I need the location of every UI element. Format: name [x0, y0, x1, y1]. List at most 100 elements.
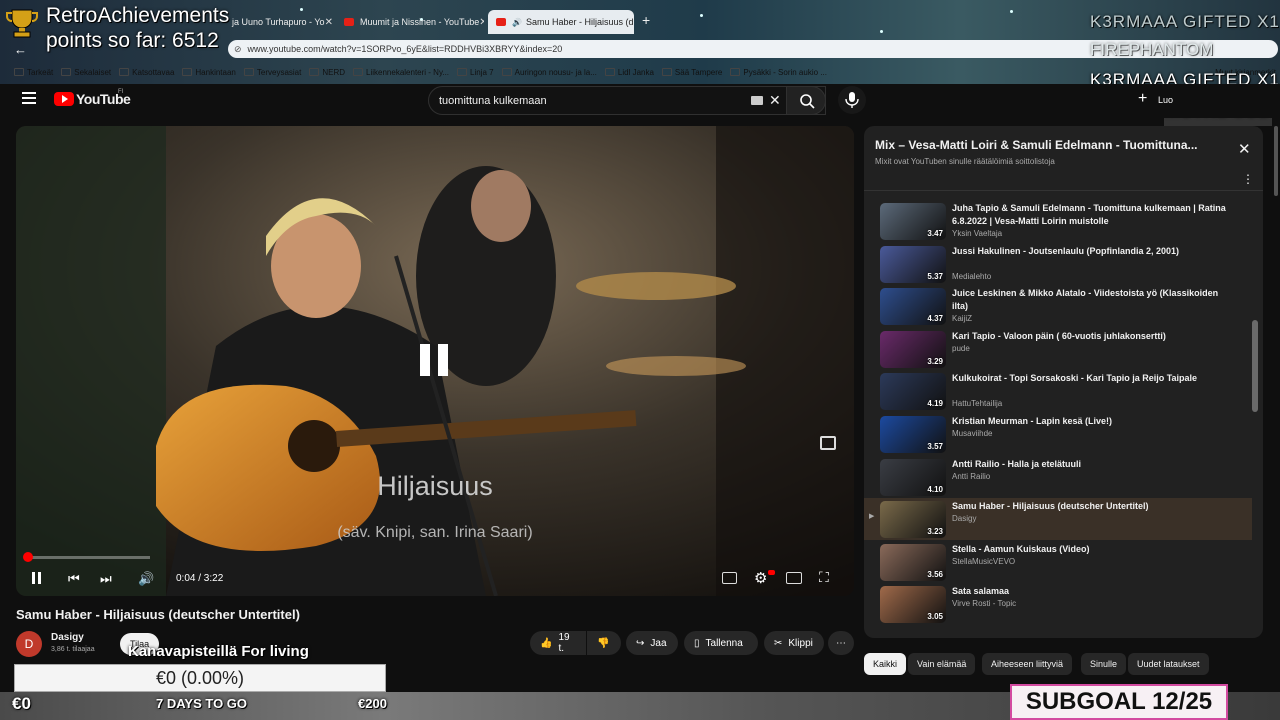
- donation-days: 7 DAYS TO GO: [156, 696, 248, 711]
- playlist-item-title[interactable]: Stella - Aamun Kuiskaus (Video): [952, 543, 1232, 556]
- bookmarks-bar: Tarkeät Sekalaiset Katsottavaa Hankintaan Te…: [0, 62, 1280, 82]
- bookmark-item[interactable]: Sekalaiset: [61, 68, 111, 77]
- video-thumbnail[interactable]: 4.10: [880, 458, 946, 496]
- playlist-item[interactable]: 5.37 Jussi Hakulinen - Joutsenlaulu (Popf…: [864, 243, 1252, 285]
- volume-icon[interactable]: 🔊: [138, 571, 154, 587]
- time-display: 0:04 / 3:22: [176, 573, 224, 584]
- video-thumbnail[interactable]: 4.37: [880, 288, 946, 326]
- playlist-item[interactable]: 3.57 Kristian Meurman - Lapin kesä (Live!…: [864, 413, 1252, 455]
- filter-chip[interactable]: Uudet lataukset: [1128, 653, 1209, 675]
- playlist-item-title[interactable]: Antti Railio - Halla ja etelätuuli: [952, 458, 1232, 471]
- pause-button[interactable]: [32, 572, 42, 584]
- page-scrollbar[interactable]: [1274, 126, 1278, 196]
- video-thumbnail[interactable]: 3.05: [880, 586, 946, 624]
- settings-icon[interactable]: ⚙: [754, 569, 767, 587]
- playlist-item-title[interactable]: Kulkukoirat - Topi Sorsakoski - Kari Tap…: [952, 372, 1232, 385]
- bookmark-item[interactable]: Linja 7: [457, 68, 494, 77]
- clip-button[interactable]: ✂ Klippi: [764, 631, 824, 655]
- video-thumbnail[interactable]: 3.23: [880, 501, 946, 539]
- theater-mode-icon[interactable]: [786, 572, 802, 584]
- channel-name[interactable]: Dasigy: [51, 632, 84, 643]
- playlist-item[interactable]: 4.37 Juice Leskinen & Mikko Alatalo - Vii…: [864, 285, 1252, 327]
- playlist-scrollbar[interactable]: [1252, 320, 1258, 412]
- bookmark-item[interactable]: Hankintaan: [182, 68, 236, 77]
- close-icon[interactable]: ✕: [325, 17, 332, 28]
- folder-icon: [14, 68, 24, 76]
- new-tab-button[interactable]: +: [642, 12, 650, 28]
- youtube-logo-icon[interactable]: [54, 92, 74, 106]
- bookmark-item[interactable]: Pysäkki - Sorin aukio ...: [730, 68, 827, 77]
- close-icon[interactable]: ✕: [479, 17, 484, 28]
- playlist-item-title[interactable]: Sata salamaa: [952, 585, 1232, 598]
- next-button[interactable]: ⏭: [100, 571, 112, 587]
- playlist-item-title[interactable]: Jussi Hakulinen - Joutsenlaulu (Popfinla…: [952, 245, 1232, 258]
- youtube-favicon-icon: [344, 18, 354, 26]
- playlist-item-title[interactable]: Juice Leskinen & Mikko Alatalo - Viidest…: [952, 287, 1232, 313]
- clear-icon[interactable]: ✕: [769, 92, 781, 109]
- bookmark-label: Katsottavaa: [132, 67, 175, 77]
- menu-icon[interactable]: [22, 92, 36, 104]
- filter-chip[interactable]: Kaikki: [864, 653, 907, 675]
- tab-uuno[interactable]: ja Uuno Turhapuro - Yo ✕: [224, 10, 332, 34]
- folder-icon: [353, 68, 364, 76]
- playlist-item[interactable]: 3.47 Juha Tapio & Samuli Edelmann - Tuomi…: [864, 200, 1252, 242]
- miniplayer-icon[interactable]: [820, 436, 836, 450]
- create-icon[interactable]: +: [1138, 90, 1147, 108]
- share-button[interactable]: ↪ Jaa: [626, 631, 678, 655]
- keyboard-icon[interactable]: [751, 96, 763, 105]
- playlist-item-channel: Dasigy: [952, 514, 977, 524]
- bookmark-item[interactable]: Liikennekalenteri - Ny...: [353, 68, 449, 77]
- fullscreen-icon[interactable]: ⛶: [819, 569, 829, 586]
- bookmark-item[interactable]: Auringon nousu- ja la...: [501, 68, 597, 77]
- playlist-item[interactable]: 3.56 Stella - Aamun Kuiskaus (Video) Stell…: [864, 541, 1252, 583]
- tab-label: Samu Haber - Hiljaisuus (d: [525, 17, 634, 27]
- playlist-item[interactable]: 4.19 Kulkukoirat - Topi Sorsakoski - Kari…: [864, 370, 1252, 412]
- bookmark-item[interactable]: NERD: [309, 68, 345, 77]
- video-player[interactable]: Hiljaisuus (säv. Knipi, san. Irina Saari…: [16, 126, 854, 596]
- filter-chip[interactable]: Aiheeseen liittyviä: [982, 653, 1073, 675]
- progress-bar[interactable]: [23, 552, 150, 562]
- playlist-item[interactable]: ▶ 3.23 Samu Haber - Hiljaisuus (deutscher …: [864, 498, 1252, 541]
- video-title: Samu Haber - Hiljaisuus (deutscher Unter…: [16, 607, 300, 622]
- subtitles-icon[interactable]: [722, 572, 737, 584]
- create-label[interactable]: Luo: [1158, 95, 1173, 105]
- playlist-item[interactable]: 3.05 Sata salamaa Virve Rosti - Topic: [864, 583, 1252, 625]
- previous-button[interactable]: ⏮: [68, 571, 80, 587]
- bookmark-item[interactable]: Sää Tampere: [661, 68, 722, 77]
- video-thumbnail[interactable]: 3.57: [880, 416, 946, 453]
- more-actions-button[interactable]: ⋯: [828, 631, 854, 655]
- search-button[interactable]: [786, 86, 826, 115]
- video-thumbnail[interactable]: 3.56: [880, 543, 946, 581]
- share-icon: ↪: [636, 637, 645, 649]
- playlist-item-title[interactable]: Samu Haber - Hiljaisuus (deutscher Unter…: [952, 500, 1232, 513]
- tab-samu-haber[interactable]: 🔊 Samu Haber - Hiljaisuus (d✕: [488, 10, 634, 34]
- playlist-item-title[interactable]: Juha Tapio & Samuli Edelmann - Tuomittun…: [952, 202, 1232, 228]
- bookmark-item[interactable]: Terveysasiat: [243, 68, 301, 77]
- duration-badge: 3.47: [927, 229, 943, 238]
- playlist-item[interactable]: 4.10 Antti Railio - Halla ja etelätuuli An…: [864, 456, 1252, 498]
- video-thumbnail[interactable]: 3.29: [880, 330, 946, 368]
- save-button[interactable]: ▯ Tallenna: [684, 631, 758, 655]
- like-button[interactable]: 👍 19 t.: [530, 631, 586, 655]
- filter-chip[interactable]: Sinulle: [1081, 653, 1127, 675]
- playlist-item-title[interactable]: Kari Tapio - Valoon päin ( 60-vuotis juh…: [952, 330, 1232, 343]
- voice-search-button[interactable]: [838, 86, 866, 114]
- tab-muumit[interactable]: Muumit ja Nissinen - YouTube ✕: [336, 10, 484, 34]
- video-thumbnail[interactable]: 4.19: [880, 373, 946, 411]
- dislike-button[interactable]: 👎: [587, 631, 621, 655]
- video-thumbnail[interactable]: 5.37: [880, 245, 946, 283]
- bookmark-label: Linja 7: [470, 67, 494, 77]
- close-playlist-icon[interactable]: ✕: [1238, 140, 1251, 158]
- channel-avatar[interactable]: D: [16, 631, 42, 657]
- search-input[interactable]: tuomittuna kulkemaan ✕: [428, 86, 826, 115]
- filter-chip[interactable]: Vain elämää: [908, 653, 976, 675]
- bookmark-item[interactable]: Tarkeät: [14, 68, 53, 77]
- center-pause-button[interactable]: [414, 338, 454, 382]
- donation-min: €0: [12, 694, 31, 713]
- bookmark-item[interactable]: Katsottavaa: [119, 68, 174, 77]
- playlist-menu-icon[interactable]: ⋮: [1242, 172, 1254, 186]
- playlist-item-title[interactable]: Kristian Meurman - Lapin kesä (Live!): [952, 415, 1232, 428]
- playlist-item[interactable]: 3.29 Kari Tapio - Valoon päin ( 60-vuotis…: [864, 328, 1252, 370]
- bookmark-item[interactable]: Lidl Janka: [604, 68, 654, 77]
- video-thumbnail[interactable]: 3.47: [880, 203, 946, 240]
